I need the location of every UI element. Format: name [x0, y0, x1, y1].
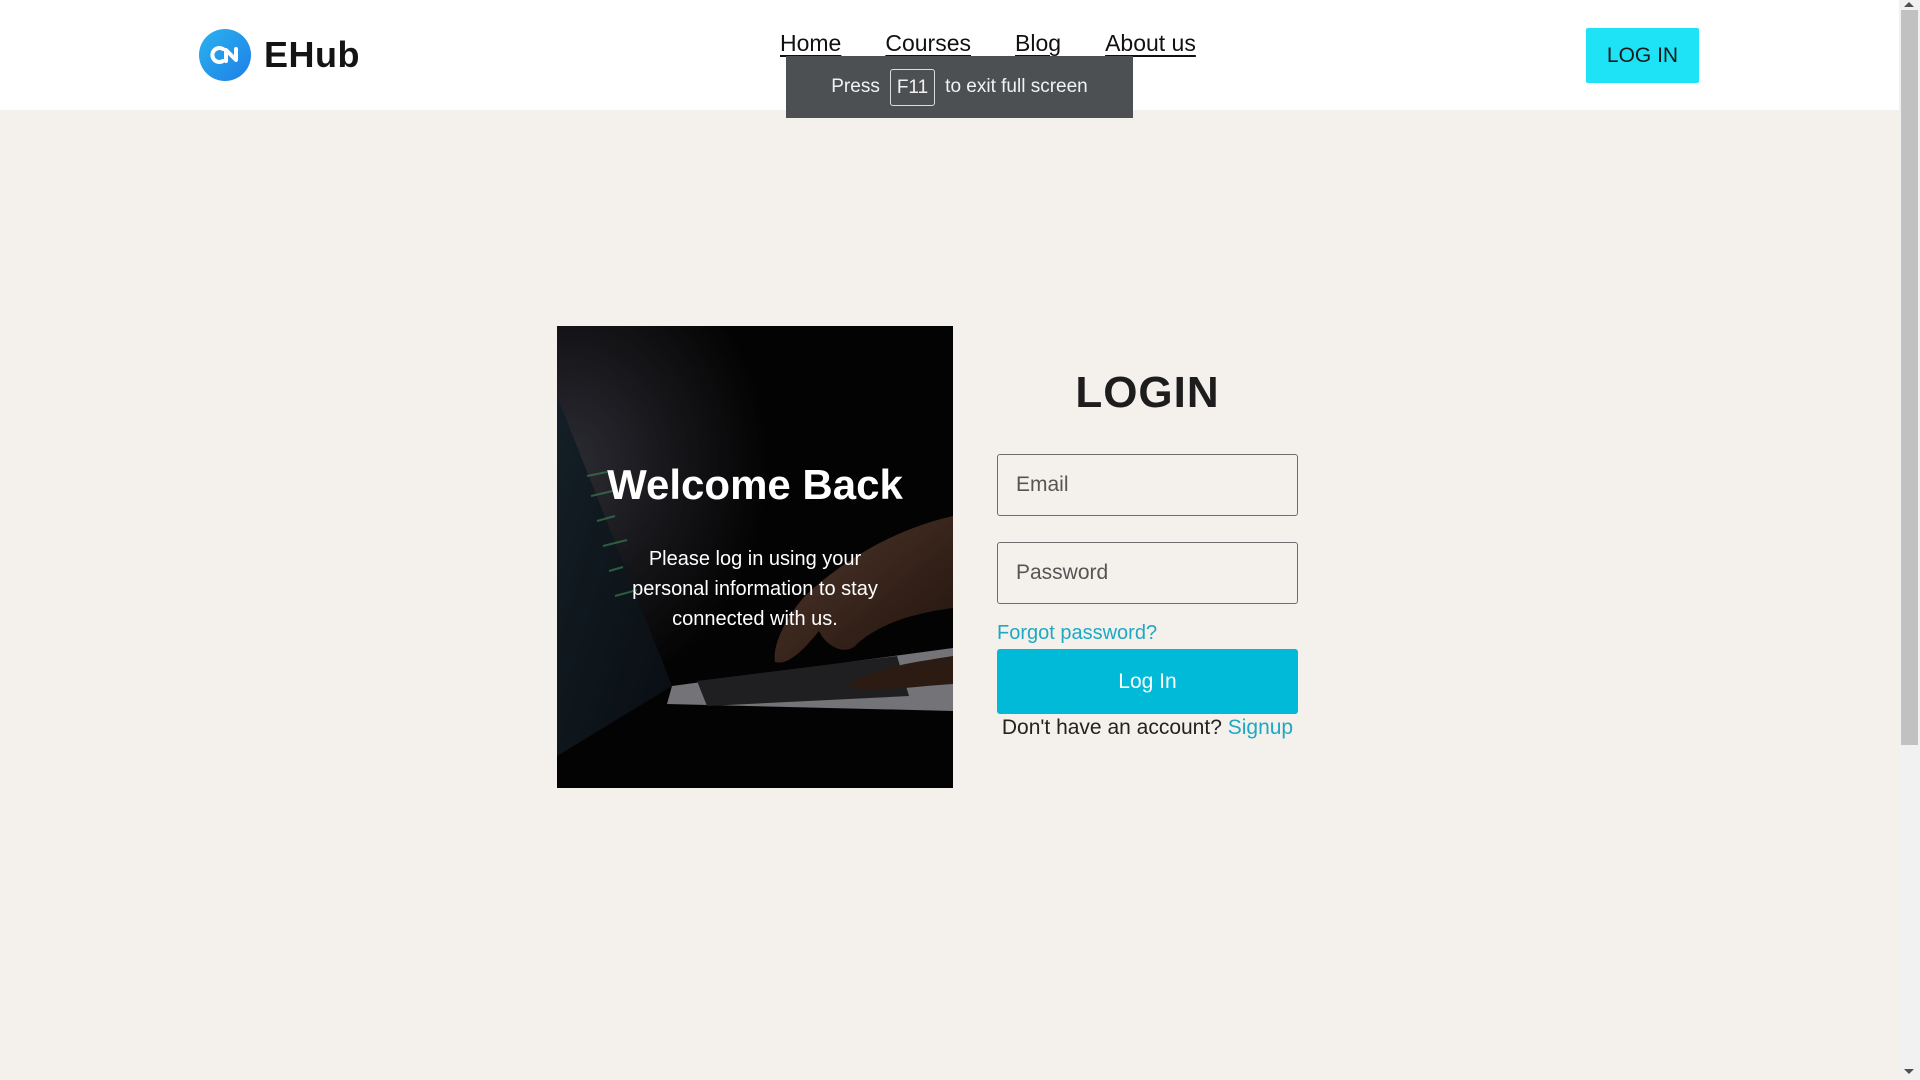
f11-key: F11: [889, 68, 936, 106]
fullscreen-exit-notice: Press F11 to exit full screen: [786, 56, 1133, 118]
logo-icon: [199, 29, 251, 81]
header-login-button[interactable]: LOG IN: [1586, 28, 1699, 83]
welcome-title: Welcome Back: [607, 461, 903, 508]
nav-home[interactable]: Home: [780, 30, 841, 57]
scroll-up-arrow-icon[interactable]: [1904, 2, 1914, 7]
scrollbar-thumb[interactable]: [1901, 10, 1918, 745]
page-scrollbar[interactable]: [1899, 0, 1920, 1080]
forgot-password-link[interactable]: Forgot password?: [997, 622, 1157, 645]
welcome-panel: Welcome Back Please log in using your pe…: [557, 326, 953, 788]
brand-name: EHub: [264, 34, 360, 75]
signup-link[interactable]: Signup: [1228, 716, 1293, 739]
signup-prompt: Don't have an account?: [1001, 716, 1222, 739]
toast-suffix: to exit full screen: [945, 76, 1088, 97]
nav-blog[interactable]: Blog: [1015, 30, 1061, 57]
login-submit-button[interactable]: Log In: [997, 649, 1298, 714]
nav-courses[interactable]: Courses: [885, 30, 971, 57]
login-title: LOGIN: [1075, 368, 1220, 417]
scroll-down-arrow-icon[interactable]: [1904, 1069, 1914, 1074]
password-field[interactable]: [997, 542, 1298, 604]
page: EHub Home Courses Blog About us LOG IN P…: [0, 0, 1920, 1080]
toast-prefix: Press: [831, 76, 880, 97]
signup-row: Don't have an account? Signup: [997, 716, 1298, 740]
nav-about-us[interactable]: About us: [1105, 30, 1196, 57]
brand-logo[interactable]: EHub: [199, 29, 360, 81]
welcome-message: Please log in using your personal inform…: [632, 548, 878, 630]
main-nav: Home Courses Blog About us: [780, 30, 1240, 57]
email-field[interactable]: [997, 454, 1298, 516]
